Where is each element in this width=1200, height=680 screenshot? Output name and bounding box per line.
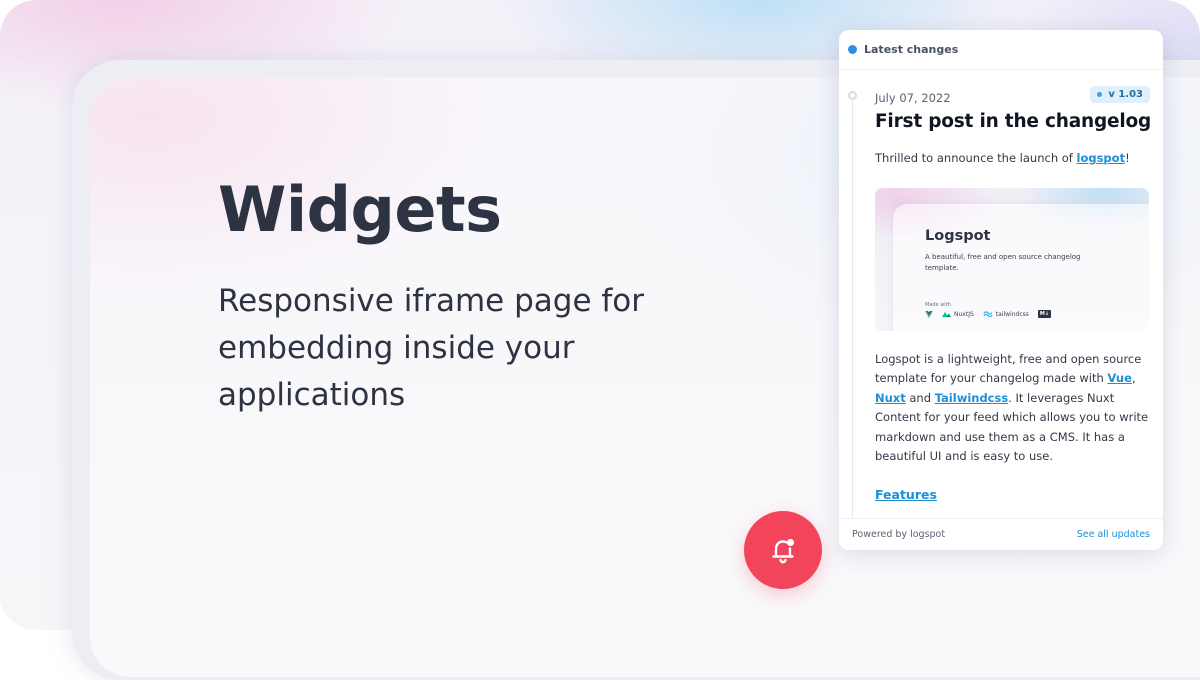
live-dot-icon (848, 45, 857, 54)
vue-logo (925, 310, 933, 318)
nuxt-label: NuxtJS (954, 310, 974, 318)
nuxt-link[interactable]: Nuxt (875, 391, 906, 405)
widget-footer: Powered by logspot See all updates (839, 518, 1163, 550)
tailwindcss-link[interactable]: Tailwindcss (935, 391, 1009, 405)
logspot-link[interactable]: logspot (1077, 151, 1126, 165)
tailwind-logo: tailwindcss (983, 311, 1029, 318)
version-dot-icon (1097, 92, 1103, 97)
image-logos: NuxtJS tailwindcss M↓ (925, 310, 1052, 318)
image-description: A beautiful, free and open source change… (925, 253, 1081, 272)
image-made-with: Made with (925, 302, 951, 308)
timeline-line (852, 98, 853, 518)
version-label: v 1.03 (1108, 89, 1143, 100)
see-all-updates-link[interactable]: See all updates (1077, 529, 1150, 540)
notification-bell-button[interactable] (744, 511, 822, 589)
tailwind-icon (983, 311, 993, 317)
version-badge: v 1.03 (1090, 86, 1150, 103)
post-date: July 07, 2022 (875, 91, 951, 105)
post-title[interactable]: First post in the changelog (875, 111, 1151, 132)
post-body: Logspot is a lightweight, free and open … (875, 350, 1155, 466)
widget-title: Latest changes (864, 43, 959, 56)
post-body-text-1: Logspot is a lightweight, free and open … (875, 352, 1142, 386)
image-title: Logspot (925, 228, 991, 244)
tailwind-label: tailwindcss (995, 310, 1029, 318)
post-image: Logspot A beautiful, free and open sourc… (875, 188, 1149, 331)
features-link[interactable]: Features (875, 487, 937, 502)
nuxt-logo: NuxtJS (942, 311, 974, 318)
timeline-dot (848, 91, 857, 100)
vue-icon (925, 310, 933, 318)
widget-header: Latest changes (839, 30, 1163, 70)
post-body-comma: , (1131, 371, 1136, 386)
bell-notification-icon (772, 538, 795, 564)
hero-title: Widgets (218, 173, 502, 246)
hero-subtitle: Responsive iframe page for embedding ins… (218, 283, 644, 413)
vue-link[interactable]: Vue (1107, 371, 1131, 385)
post-intro-text: Thrilled to announce the launch of (875, 151, 1077, 165)
markdown-badge: M↓ (1037, 310, 1052, 318)
powered-by-link[interactable]: Powered by logspot (852, 529, 945, 540)
changelog-widget: Latest changes July 07, 2022 v 1.03 Firs… (839, 30, 1163, 550)
post-intro: Thrilled to announce the launch of logsp… (875, 151, 1130, 165)
nuxt-icon (942, 312, 951, 317)
post-intro-suffix: ! (1125, 151, 1130, 165)
post-body-and: and (905, 390, 935, 405)
